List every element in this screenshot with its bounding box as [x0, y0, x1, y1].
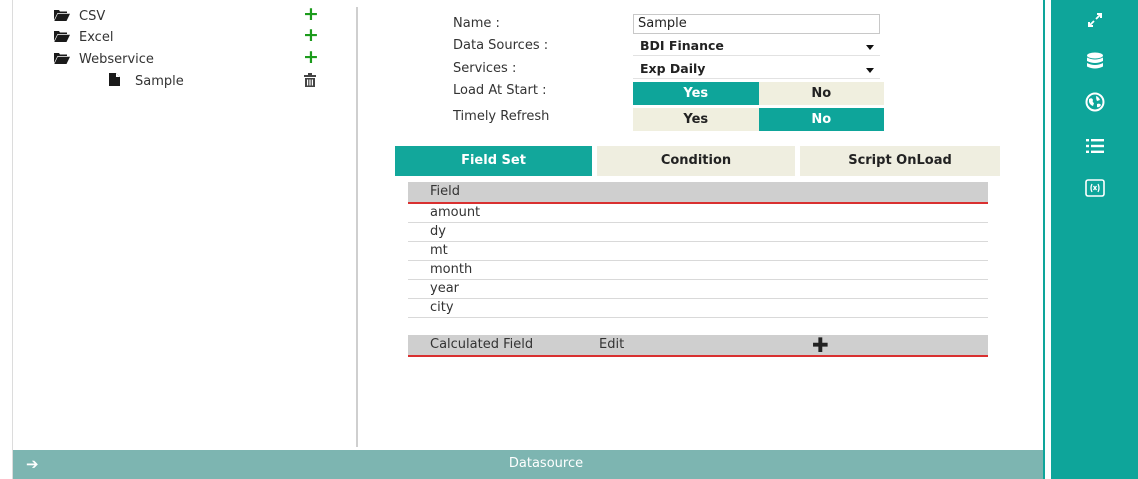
bottom-bar-title: Datasource [508, 456, 584, 471]
tab-condition[interactable]: Condition [597, 146, 795, 176]
services-value: Exp Daily [640, 61, 706, 76]
left-frame-border [0, 0, 13, 479]
add-icon[interactable]: + [303, 26, 319, 45]
data-sources-select[interactable]: BDI Finance [633, 37, 880, 56]
load-at-start-label: Load At Start : [453, 83, 547, 98]
tab-field-set[interactable]: Field Set [395, 146, 592, 176]
tree-item-label: CSV [79, 8, 106, 24]
table-row[interactable]: month [408, 261, 988, 280]
add-icon[interactable]: + [303, 5, 319, 24]
database-icon[interactable] [1083, 50, 1107, 74]
panel-divider[interactable] [356, 7, 358, 447]
tree-item-excel[interactable]: Excel + [13, 26, 356, 47]
load-at-start-yes[interactable]: Yes [633, 82, 759, 105]
table-row[interactable]: dy [408, 223, 988, 242]
folder-open-icon [54, 31, 70, 42]
data-sources-label: Data Sources : [453, 38, 549, 53]
services-select[interactable]: Exp Daily [633, 60, 880, 79]
bottom-bar: ➔ Datasource [13, 450, 1043, 479]
timely-refresh-yes[interactable]: Yes [633, 108, 759, 131]
timely-refresh-toggle: Yes No [633, 108, 884, 131]
load-at-start-no[interactable]: No [758, 82, 884, 105]
tree-item-sample[interactable]: Sample [13, 71, 356, 91]
name-input[interactable]: Sample [633, 14, 880, 34]
tab-bar: Field Set Condition Script OnLoad [395, 146, 1000, 176]
timely-refresh-no[interactable]: No [758, 108, 884, 131]
table-row[interactable]: mt [408, 242, 988, 261]
formula-icon[interactable] [1083, 176, 1107, 200]
tree-item-label: Excel [79, 29, 114, 45]
chevron-down-icon [866, 68, 874, 73]
right-sidebar [1051, 0, 1138, 479]
calculated-field-title: Calculated Field [430, 337, 534, 352]
services-label: Services : [453, 61, 517, 76]
timely-refresh-label: Timely Refresh [453, 109, 550, 124]
expand-icon[interactable] [1083, 8, 1107, 32]
tree-item-webservice[interactable]: Webservice + [13, 48, 356, 69]
table-row[interactable]: amount [408, 204, 988, 223]
field-table-header: Field [408, 182, 988, 204]
chevron-down-icon [866, 45, 874, 50]
load-at-start-toggle: Yes No [633, 82, 884, 105]
table-row[interactable]: year [408, 280, 988, 299]
folder-open-icon [54, 10, 70, 21]
add-icon[interactable]: + [303, 48, 319, 67]
list-icon[interactable] [1083, 134, 1107, 158]
tree-item-label: Webservice [79, 51, 154, 67]
add-calculated-field-button[interactable]: ✚ [812, 335, 829, 355]
tab-script-onload[interactable]: Script OnLoad [800, 146, 1000, 176]
tree-item-label: Sample [135, 73, 184, 89]
calculated-field-header: Calculated Field Edit ✚ [408, 335, 988, 357]
name-label: Name : [453, 16, 500, 31]
tree-item-csv[interactable]: CSV + [13, 5, 356, 26]
datasource-tree: CSV + Excel + Webservice + Sample [13, 0, 356, 449]
globe-icon[interactable] [1083, 90, 1107, 114]
data-sources-value: BDI Finance [640, 38, 724, 53]
file-icon [109, 73, 120, 86]
table-row[interactable]: city [408, 299, 988, 318]
trash-icon[interactable] [304, 73, 316, 87]
edit-button[interactable]: Edit [599, 335, 624, 355]
folder-open-icon [54, 53, 70, 64]
